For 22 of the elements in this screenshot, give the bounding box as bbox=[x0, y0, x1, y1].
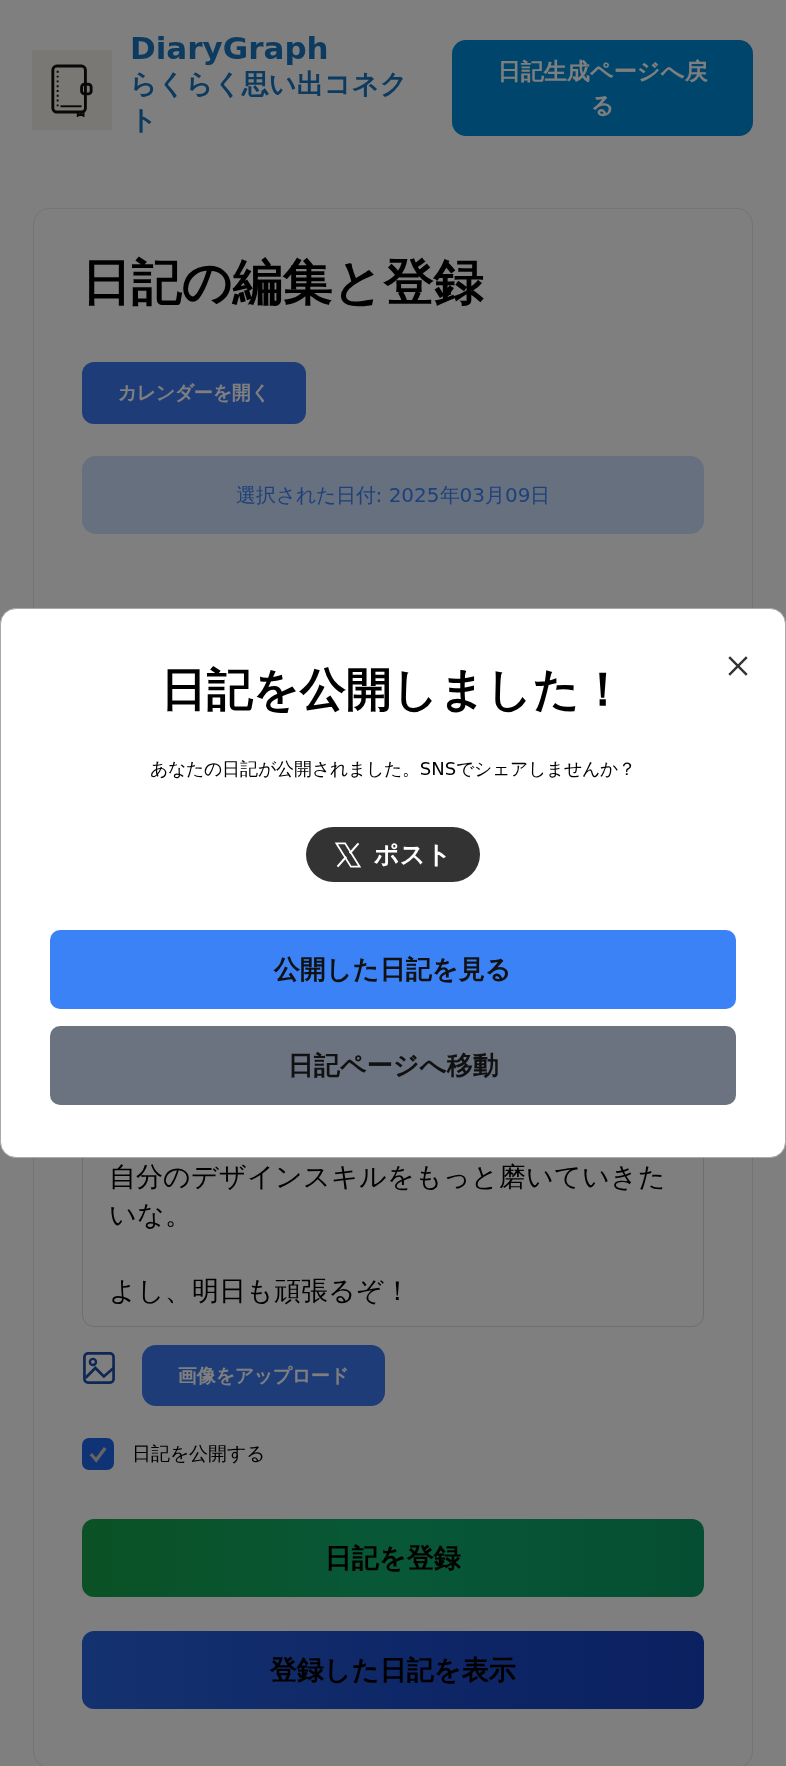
image-icon bbox=[82, 1351, 116, 1385]
x-logo-icon bbox=[334, 840, 362, 869]
app-name: DiaryGraph bbox=[130, 30, 330, 66]
notebook-icon bbox=[32, 50, 112, 130]
calendar-button[interactable]: カレンダーを開く bbox=[82, 362, 306, 424]
page-heading: 日記の編集と登録 bbox=[82, 252, 485, 313]
close-icon[interactable] bbox=[727, 655, 749, 677]
view-public-button[interactable]: 公開した日記を見る bbox=[50, 930, 736, 1009]
publish-label: 日記を公開する bbox=[132, 1441, 265, 1466]
diary-paragraph: よし、明日も頑張るぞ！ bbox=[109, 1274, 412, 1308]
post-button[interactable]: ポスト bbox=[306, 827, 480, 882]
modal-title: 日記を公開しました！ bbox=[160, 661, 626, 718]
publish-checkbox[interactable] bbox=[82, 1438, 114, 1470]
view-diary-button[interactable]: 登録した日記を表示 bbox=[82, 1631, 704, 1709]
modal-message: あなたの日記が公開されました。SNSでシェアしませんか？ bbox=[149, 757, 637, 781]
register-button[interactable]: 日記を登録 bbox=[82, 1519, 704, 1597]
selected-date: 選択された日付: 2025年03月09日 bbox=[82, 456, 704, 534]
diary-page-button[interactable]: 日記ページへ移動 bbox=[50, 1026, 736, 1105]
back-button[interactable]: 日記生成ページへ戻る bbox=[452, 40, 753, 136]
tagline: らくらく思い出コネクト bbox=[130, 67, 409, 137]
diary-paragraph: 自分のデザインスキルをもっと磨いていきたいな。 bbox=[109, 1160, 667, 1232]
upload-button[interactable]: 画像をアップロード bbox=[142, 1345, 385, 1406]
